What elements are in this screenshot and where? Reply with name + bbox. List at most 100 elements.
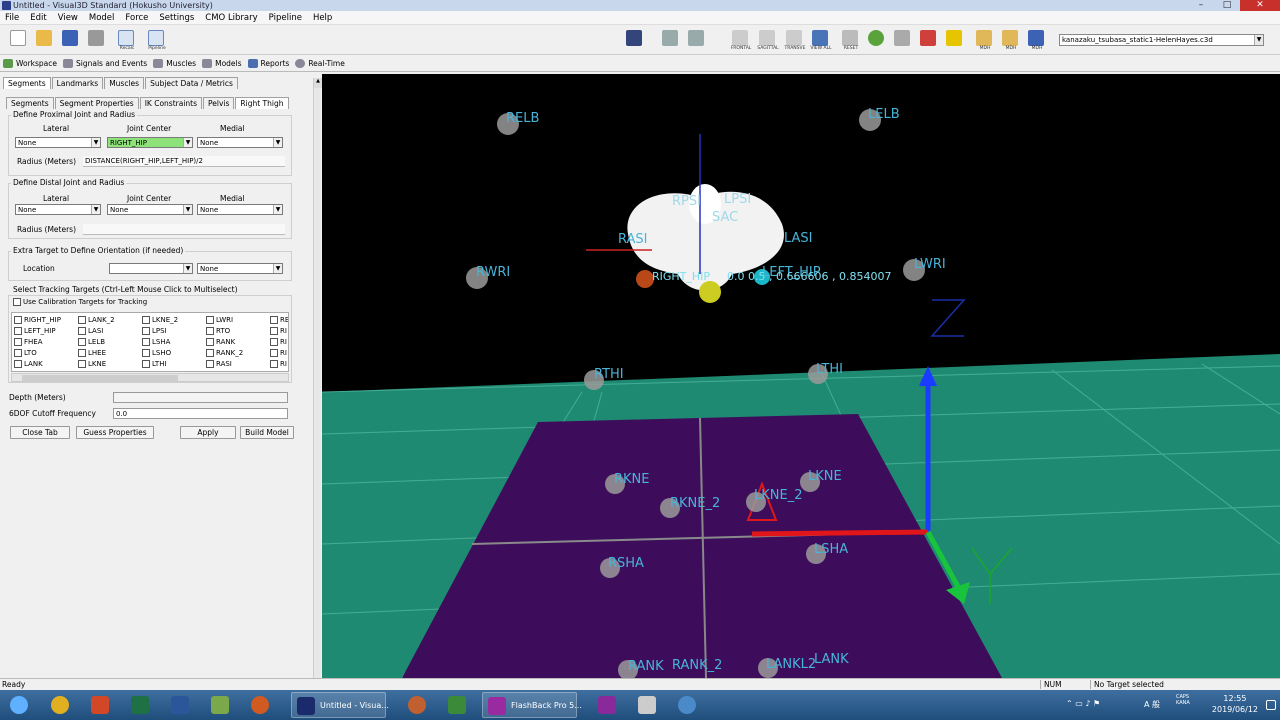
use-calibration-checkbox[interactable]: Use Calibration Targets for Tracking: [13, 298, 147, 306]
model-button[interactable]: [624, 28, 644, 50]
figure-button[interactable]: [892, 28, 912, 50]
network-app-button[interactable]: [668, 692, 706, 718]
tab-models[interactable]: Models: [202, 59, 242, 68]
firefox-button[interactable]: [241, 692, 279, 718]
mdh-add-button[interactable]: MDH: [1000, 28, 1020, 51]
ime-indicator[interactable]: A 般: [1144, 699, 1160, 710]
clock[interactable]: 12:55 2019/06/12: [1212, 693, 1258, 715]
distal-radius-input[interactable]: [83, 224, 285, 235]
recorder-button[interactable]: [588, 692, 626, 718]
tab-segments[interactable]: Segments: [3, 77, 51, 89]
terminal-button[interactable]: [438, 692, 476, 718]
tracking-target-item[interactable]: LWRI: [206, 314, 243, 325]
recalc-button[interactable]: Recalc: [116, 28, 136, 51]
mdh-open-button[interactable]: MDH: [974, 28, 994, 51]
tracking-target-item[interactable]: LSHO: [142, 347, 178, 358]
menu-settings[interactable]: Settings: [154, 13, 200, 23]
menu-help[interactable]: Help: [308, 13, 338, 23]
powerpoint-button[interactable]: [81, 692, 119, 718]
tracking-target-item[interactable]: LASI: [78, 325, 115, 336]
proximal-joint-select[interactable]: RIGHT_HIP ▼: [107, 137, 193, 148]
close-window-button[interactable]: ✕: [1240, 0, 1280, 11]
subtab-ik-constraints[interactable]: IK Constraints: [139, 97, 203, 109]
distal-lateral-select[interactable]: None ▼: [15, 204, 101, 215]
distal-joint-select[interactable]: None ▼: [107, 204, 193, 215]
minimize-button[interactable]: –: [1188, 0, 1214, 11]
transverse-view-button[interactable]: TRANSVE: [784, 28, 805, 51]
tab-workspace[interactable]: Workspace: [3, 59, 57, 68]
subtab-segment-properties[interactable]: Segment Properties: [54, 97, 139, 109]
tracking-target-item[interactable]: LANK_2: [78, 314, 115, 325]
menu-model[interactable]: Model: [84, 13, 121, 23]
tracking-target-item[interactable]: LEFT_HIP: [14, 325, 61, 336]
mdh-save-button[interactable]: MDH: [1026, 28, 1046, 51]
tab-muscles[interactable]: Muscles: [153, 59, 196, 68]
menu-cmo-library[interactable]: CMO Library: [200, 13, 263, 23]
tab-muscles-panel[interactable]: Muscles: [104, 77, 145, 89]
taskbar-flashback[interactable]: FlashBack Pro 5...: [482, 692, 582, 718]
markers-button[interactable]: [686, 28, 706, 50]
tracking-target-item[interactable]: RI: [270, 325, 288, 336]
notification-icon[interactable]: [1266, 700, 1276, 710]
leg-red-button[interactable]: [918, 28, 938, 50]
tab-reports[interactable]: Reports: [247, 59, 289, 68]
tracking-hscroll[interactable]: [11, 373, 289, 382]
maximize-button[interactable]: □: [1214, 0, 1240, 11]
tracking-target-item[interactable]: LTO: [14, 347, 61, 358]
tracking-target-item[interactable]: RTO: [206, 325, 243, 336]
skeleton-button[interactable]: [660, 28, 680, 50]
computer-button[interactable]: [628, 692, 666, 718]
tracking-target-item[interactable]: RE: [270, 314, 288, 325]
tracking-target-item[interactable]: RASI: [206, 358, 243, 369]
word-button[interactable]: [161, 692, 199, 718]
menu-file[interactable]: File: [0, 13, 25, 23]
guess-properties-button[interactable]: Guess Properties: [76, 426, 154, 439]
open-file-button[interactable]: [34, 28, 54, 50]
sagittal-view-button[interactable]: SAGITTAL: [757, 28, 779, 51]
menu-force[interactable]: Force: [120, 13, 154, 23]
location-select-1[interactable]: ▼: [109, 263, 193, 274]
arrow-yellow-button[interactable]: [944, 28, 964, 50]
proximal-radius-input[interactable]: DISTANCE(RIGHT_HIP,LEFT_HIP)/2: [83, 156, 285, 167]
tracking-target-item[interactable]: RIGHT_HIP: [14, 314, 61, 325]
save-button[interactable]: [60, 28, 80, 50]
tracking-target-item[interactable]: LTHI: [142, 358, 178, 369]
distal-medial-select[interactable]: None ▼: [197, 204, 283, 215]
menu-view[interactable]: View: [53, 13, 84, 23]
panel-vscroll[interactable]: ▲: [313, 78, 322, 678]
3d-viewport[interactable]: RELB LELB RASI LASI RWRI LWRI RPSI LPSI …: [322, 74, 1280, 678]
start-button[interactable]: [0, 692, 38, 718]
close-tab-button[interactable]: Close Tab: [10, 426, 70, 439]
menu-pipeline[interactable]: Pipeline: [264, 13, 308, 23]
tracking-target-item[interactable]: LSHA: [142, 336, 178, 347]
tracking-target-item[interactable]: LKNE_2: [142, 314, 178, 325]
frontal-view-button[interactable]: FRONTAL: [730, 28, 751, 51]
chrome-button[interactable]: [41, 692, 79, 718]
excel-button[interactable]: [121, 692, 159, 718]
cutoff-input[interactable]: 0.0: [113, 408, 288, 419]
tab-landmarks[interactable]: Landmarks: [51, 77, 104, 89]
menu-edit[interactable]: Edit: [25, 13, 52, 23]
pipeline-button[interactable]: Pipeline: [146, 28, 166, 51]
subtab-pelvis[interactable]: Pelvis: [203, 97, 235, 109]
plugin-button[interactable]: [86, 28, 106, 50]
notepad-button[interactable]: [201, 692, 239, 718]
build-model-button[interactable]: Build Model: [240, 426, 294, 439]
tracking-target-item[interactable]: LPSI: [142, 325, 178, 336]
tracking-target-item[interactable]: LANK: [14, 358, 61, 369]
tracking-target-item[interactable]: RI: [270, 336, 288, 347]
tracking-target-item[interactable]: RANK: [206, 336, 243, 347]
tracking-target-item[interactable]: RI: [270, 358, 288, 369]
system-tray[interactable]: ⌃ ▭ ♪ ⚑: [1066, 699, 1100, 708]
tab-signals-events[interactable]: Signals and Events: [63, 59, 147, 68]
proximal-lateral-select[interactable]: None ▼: [15, 137, 101, 148]
view-all-button[interactable]: VIEW ALL: [810, 28, 832, 51]
globe-button[interactable]: [866, 28, 886, 50]
reset-button[interactable]: RESET: [840, 28, 860, 51]
apply-button[interactable]: Apply: [180, 426, 236, 439]
tracking-target-item[interactable]: LHEE: [78, 347, 115, 358]
taskbar-visual3d[interactable]: Untitled - Visua...: [291, 692, 389, 718]
active-file-select[interactable]: kanazaku_tsubasa_static1-HelenHayes.c3d …: [1059, 34, 1264, 46]
tool-button[interactable]: [398, 692, 436, 718]
tracking-target-item[interactable]: LELB: [78, 336, 115, 347]
